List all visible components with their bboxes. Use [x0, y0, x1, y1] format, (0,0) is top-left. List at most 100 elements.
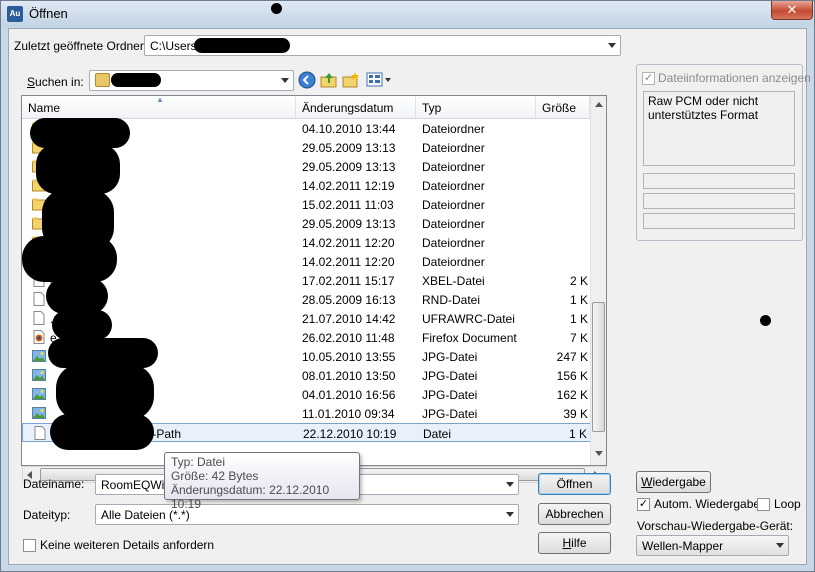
file-size: 1 K: [568, 427, 587, 441]
column-header-name[interactable]: Name ▲: [22, 95, 296, 119]
file-type: Dateiordner: [422, 141, 485, 155]
scroll-down-arrow-icon[interactable]: [595, 451, 603, 456]
show-file-info-checkbox[interactable]: ✓: [642, 72, 655, 85]
file-date: 26.02.2010 11:48: [302, 331, 395, 345]
file-icon: [32, 311, 46, 325]
file-size: 1 K: [569, 293, 588, 307]
file-date: 14.02.2011 12:19: [302, 179, 395, 193]
firefox-icon: [32, 330, 46, 344]
stray-dot: [271, 3, 282, 14]
vertical-scroll-thumb[interactable]: [592, 302, 605, 432]
dialog-body: Zuletzt geöffnete Ordner: C:\Users\ Such…: [8, 28, 811, 565]
image-icon: [32, 387, 46, 401]
file-date: 14.02.2011 12:20: [302, 255, 395, 269]
window-title: Öffnen: [29, 6, 68, 21]
loop-label: Loop: [774, 497, 801, 511]
file-date: 29.05.2009 13:13: [302, 160, 396, 174]
cancel-button[interactable]: Abbrechen: [538, 503, 611, 525]
file-type: UFRAWRC-Datei: [422, 312, 515, 326]
no-details-checkbox[interactable]: [23, 539, 36, 552]
file-list[interactable]: Name ▲ Änderungsdatum Typ Größe 04.10.20…: [21, 95, 607, 466]
file-type: JPG-Datei: [422, 369, 478, 383]
open-button[interactable]: Öffnen: [538, 473, 611, 495]
help-button[interactable]: Hilfe: [538, 532, 611, 554]
file-info-field-2: [643, 193, 795, 209]
playback-device-value: Wellen-Mapper: [642, 539, 724, 553]
title-bar[interactable]: Au Öffnen ✕: [1, 1, 814, 27]
redaction-mark: [46, 278, 108, 314]
file-size: 156 K: [556, 369, 588, 383]
playback-device-combo[interactable]: Wellen-Mapper: [636, 535, 789, 556]
file-type: Dateiordner: [422, 179, 485, 193]
playback-device-label: Vorschau-Wiedergabe-Gerät:: [637, 519, 794, 533]
autoplay-checkbox[interactable]: ✓: [637, 498, 650, 511]
file-info-text: Raw PCM oder nicht unterstütztes Format: [643, 91, 795, 166]
redaction-mark: [50, 414, 154, 450]
file-date: 21.07.2010 14:42: [302, 312, 396, 326]
file-type: Dateiordner: [422, 122, 485, 136]
column-header-size[interactable]: Größe: [536, 96, 590, 119]
new-folder-icon[interactable]: [342, 71, 360, 89]
redaction-mark: [22, 236, 117, 282]
file-type: Datei: [423, 427, 452, 441]
file-date: 11.01.2010 09:34: [302, 407, 395, 421]
file-type: Dateiordner: [422, 160, 485, 174]
back-icon[interactable]: [298, 71, 316, 89]
file-date: 15.02.2011 11:03: [302, 198, 394, 212]
play-button[interactable]: Wiedergabe: [636, 471, 711, 493]
chevron-down-icon: [506, 482, 514, 487]
vertical-scrollbar[interactable]: [590, 96, 606, 465]
file-size: 2 K: [569, 274, 588, 288]
image-icon: [32, 406, 46, 420]
file-date: 29.05.2009 13:13: [302, 141, 396, 155]
recent-folders-value: C:\Users\: [150, 39, 201, 53]
close-button[interactable]: ✕: [771, 1, 813, 20]
file-type: JPG-Datei: [422, 407, 478, 421]
view-menu-icon[interactable]: [366, 71, 392, 89]
file-type: JPG-Datei: [422, 350, 478, 364]
tooltip-type: Typ: Datei: [171, 455, 226, 469]
chevron-down-icon: [281, 78, 289, 83]
redaction-mark: [111, 73, 161, 87]
user-folder-icon: [95, 73, 110, 87]
redaction-mark: [52, 310, 112, 340]
file-size: 1 K: [569, 312, 588, 326]
column-header-type[interactable]: Typ: [416, 96, 536, 119]
filetype-label: Dateityp:: [23, 508, 71, 522]
file-tooltip: Typ: Datei Größe: 42 Bytes Änderungsdatu…: [164, 452, 360, 511]
file-type: Firefox Document: [422, 331, 517, 345]
tooltip-date: Änderungsdatum: 22.12.2010 10:19: [171, 483, 330, 511]
tooltip-size: Größe: 42 Bytes: [171, 469, 259, 483]
file-date: 22.12.2010 10:19: [303, 427, 397, 441]
scroll-up-arrow-icon[interactable]: [595, 102, 603, 107]
redaction-mark: [56, 364, 154, 420]
file-type: JPG-Datei: [422, 388, 478, 402]
file-info-field-1: [643, 173, 795, 189]
file-date: 28.05.2009 16:13: [302, 293, 396, 307]
no-details-label: Keine weiteren Details anfordern: [40, 538, 215, 552]
file-type: Dateiordner: [422, 217, 485, 231]
file-size: 7 K: [569, 331, 588, 345]
file-date: 04.01.2010 16:56: [302, 388, 396, 402]
redaction-mark: [194, 38, 290, 53]
file-date: 14.02.2011 12:20: [302, 236, 395, 250]
file-size: 162 K: [556, 388, 588, 402]
file-type: Dateiordner: [422, 255, 485, 269]
chevron-down-icon: [776, 543, 784, 548]
up-folder-icon[interactable]: [320, 71, 338, 89]
file-type: XBEL-Datei: [422, 274, 485, 288]
column-header-date[interactable]: Änderungsdatum: [296, 96, 416, 119]
file-type: RND-Datei: [422, 293, 481, 307]
image-icon: [32, 349, 46, 363]
file-date: 10.05.2010 13:55: [302, 350, 396, 364]
autoplay-label: Autom. Wiedergabe: [654, 497, 761, 511]
file-date: 17.02.2011 15:17: [302, 274, 395, 288]
file-size: 39 K: [563, 407, 588, 421]
loop-checkbox[interactable]: [757, 498, 770, 511]
show-file-info-label: Dateiinformationen anzeigen: [658, 71, 811, 85]
file-date: 04.10.2010 13:44: [302, 122, 396, 136]
open-dialog-window: Au Öffnen ✕ Zuletzt geöffnete Ordner: C:…: [0, 0, 815, 572]
sort-asc-icon: ▲: [156, 95, 164, 104]
chevron-down-icon: [506, 512, 514, 517]
redaction-mark: [36, 144, 120, 194]
